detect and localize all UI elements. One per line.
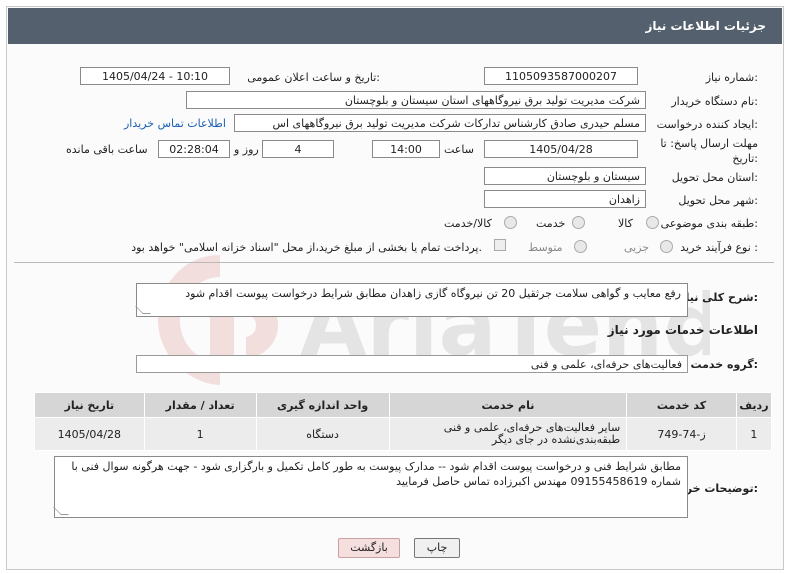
category-radio-service[interactable] — [572, 216, 585, 229]
days-field: 4 — [262, 140, 334, 158]
creator-label: ایجاد کننده درخواست: — [656, 118, 758, 131]
category-option-goods-service: کالا/خدمت — [444, 217, 492, 230]
cell-row-number: 1 — [735, 417, 773, 451]
column-header-service-name: نام خدمت — [388, 392, 628, 418]
column-header-unit: واحد اندازه گیری — [255, 392, 390, 418]
cell-unit: دستگاه — [255, 417, 390, 451]
deadline-date-field: 1405/04/28 — [484, 140, 638, 158]
panel-header: جزئیات اطلاعات نیاز — [8, 8, 782, 44]
summary-text: رفع معایب و گواهی سلامت جرثقیل 20 تن نیر… — [185, 287, 681, 300]
purchase-option-minor: جزیی — [624, 241, 650, 254]
deadline-label: مهلت ارسال پاسخ: تا — [660, 137, 758, 150]
category-option-service: خدمت — [536, 217, 566, 230]
purchase-option-medium: متوسط — [528, 241, 563, 254]
services-section-title: اطلاعات خدمات مورد نیاز — [607, 323, 758, 337]
remaining-label: ساعت باقی مانده — [66, 143, 148, 156]
summary-label: شرح کلی نیاز: — [679, 291, 758, 304]
panel-title: جزئیات اطلاعات نیاز — [645, 19, 766, 33]
column-header-need-date: تاریخ نیاز — [34, 392, 145, 418]
category-option-goods: کالا — [618, 217, 633, 230]
print-button[interactable]: چاپ — [414, 538, 460, 558]
city-field: زاهدان — [484, 190, 646, 208]
purchase-type-label: نوع فرآیند خرید : — [680, 241, 758, 254]
deadline-time-label: ساعت — [444, 143, 474, 156]
section-divider — [14, 262, 774, 263]
cell-need-date: 1405/04/28 — [34, 417, 145, 451]
service-group-label: گروه خدمت: — [690, 358, 758, 371]
buyer-notes-text: مطابق شرایط فنی و درخواست پیوست اقدام شو… — [71, 460, 681, 488]
category-radio-goods-service[interactable] — [504, 216, 517, 229]
resize-grip-icon[interactable] — [53, 507, 69, 515]
cell-service-code: ز-74-749 — [626, 417, 737, 451]
buyer-contact-link[interactable]: اطلاعات تماس خریدار — [124, 117, 226, 130]
services-table: ردیف کد خدمت نام خدمت واحد اندازه گیری ت… — [34, 392, 773, 451]
service-group-field: فعالیت‌های حرفه‌ای، علمی و فنی — [136, 355, 688, 373]
creator-field: مسلم حیدری صادق کارشناس تدارکات شرکت مدی… — [234, 114, 646, 132]
treasury-payment-note: پرداخت تمام یا بخشی از مبلغ خرید،از محل … — [131, 241, 482, 254]
back-button[interactable]: بازگشت — [338, 538, 400, 558]
purchase-radio-medium[interactable] — [574, 240, 587, 253]
cell-service-name: سایر فعالیت‌های حرفه‌ای، علمی و فنی طبقه… — [388, 417, 628, 451]
summary-textarea[interactable]: رفع معایب و گواهی سلامت جرثقیل 20 تن نیر… — [135, 283, 688, 317]
buyer-org-label: نام دستگاه خریدار: — [671, 95, 758, 108]
deadline-time-field: 14:00 — [372, 140, 440, 158]
province-label: استان محل تحویل: — [671, 171, 758, 184]
table-row: 1 ز-74-749 سایر فعالیت‌های حرفه‌ای، علمی… — [34, 417, 773, 451]
column-header-row-number: ردیف — [735, 392, 773, 418]
purchase-radio-minor[interactable] — [660, 240, 673, 253]
resize-grip-icon[interactable] — [135, 306, 151, 314]
treasury-checkbox[interactable] — [494, 239, 506, 251]
category-label: طبقه بندی موضوعی: — [660, 217, 758, 230]
deadline-label-date: تاریخ: — [732, 152, 758, 165]
buyer-org-field: شرکت مدیریت تولید برق نیروگاههای استان س… — [186, 91, 646, 109]
cell-quantity: 1 — [143, 417, 257, 451]
province-field: سیستان و بلوچستان — [484, 167, 646, 185]
category-radio-goods[interactable] — [646, 216, 659, 229]
column-header-quantity: تعداد / مقدار — [143, 392, 257, 418]
days-label: روز و — [234, 143, 259, 156]
city-label: شهر محل تحویل: — [678, 194, 758, 207]
need-number-label: شماره نیاز: — [705, 71, 758, 84]
column-header-service-code: کد خدمت — [626, 392, 737, 418]
buyer-notes-textarea[interactable]: مطابق شرایط فنی و درخواست پیوست اقدام شو… — [53, 456, 688, 518]
need-number-field: 1105093587000207 — [484, 67, 638, 85]
table-header-row: ردیف کد خدمت نام خدمت واحد اندازه گیری ت… — [34, 392, 773, 418]
remaining-time-field: 02:28:04 — [158, 140, 230, 158]
announce-label: تاریخ و ساعت اعلان عمومی: — [247, 71, 380, 84]
announce-field: 1405/04/24 - 10:10 — [80, 67, 230, 85]
